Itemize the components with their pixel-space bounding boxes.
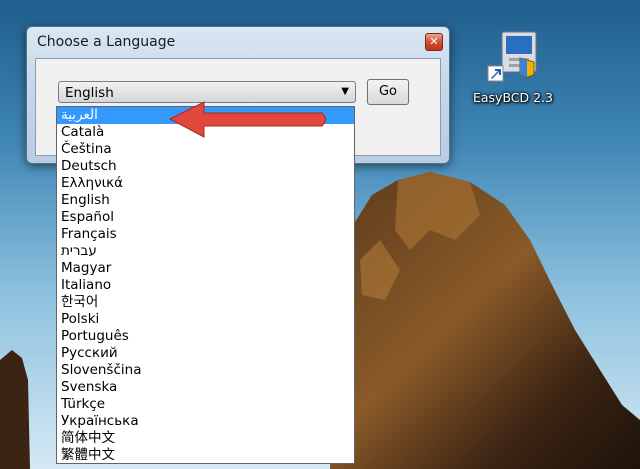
- list-item[interactable]: Русский: [57, 345, 354, 362]
- close-button[interactable]: ✕: [425, 33, 443, 51]
- easybcd-shortcut[interactable]: EasyBCD 2.3: [468, 28, 558, 105]
- list-item[interactable]: Ελληνικά: [57, 175, 354, 192]
- list-item[interactable]: Polski: [57, 311, 354, 328]
- list-item[interactable]: Українська: [57, 413, 354, 430]
- list-item[interactable]: Français: [57, 226, 354, 243]
- list-item[interactable]: Türkçe: [57, 396, 354, 413]
- list-item[interactable]: 简体中文: [57, 430, 354, 447]
- chevron-down-icon[interactable]: ▼: [341, 86, 349, 97]
- titlebar[interactable]: Choose a Language ✕: [27, 27, 449, 57]
- list-item[interactable]: Magyar: [57, 260, 354, 277]
- list-item[interactable]: Deutsch: [57, 158, 354, 175]
- dialog-title: Choose a Language: [37, 34, 176, 50]
- list-item[interactable]: Svenska: [57, 379, 354, 396]
- annotation-arrow-icon: [168, 101, 326, 138]
- language-dropdown-list[interactable]: العربية Català Čeština Deutsch Ελληνικά …: [56, 106, 355, 464]
- list-item[interactable]: Português: [57, 328, 354, 345]
- go-button[interactable]: Go: [367, 79, 409, 105]
- list-item[interactable]: Čeština: [57, 141, 354, 158]
- easybcd-icon: [484, 28, 542, 86]
- list-item[interactable]: Slovenščina: [57, 362, 354, 379]
- list-item[interactable]: English: [57, 192, 354, 209]
- list-item[interactable]: עברית: [57, 243, 354, 260]
- list-item[interactable]: 한국어: [57, 294, 354, 311]
- close-icon: ✕: [429, 35, 439, 48]
- combobox-selected-value: English: [65, 85, 114, 101]
- list-item[interactable]: Español: [57, 209, 354, 226]
- list-item[interactable]: Italiano: [57, 277, 354, 294]
- list-item[interactable]: 繁體中文: [57, 447, 354, 463]
- shortcut-label: EasyBCD 2.3: [472, 90, 554, 105]
